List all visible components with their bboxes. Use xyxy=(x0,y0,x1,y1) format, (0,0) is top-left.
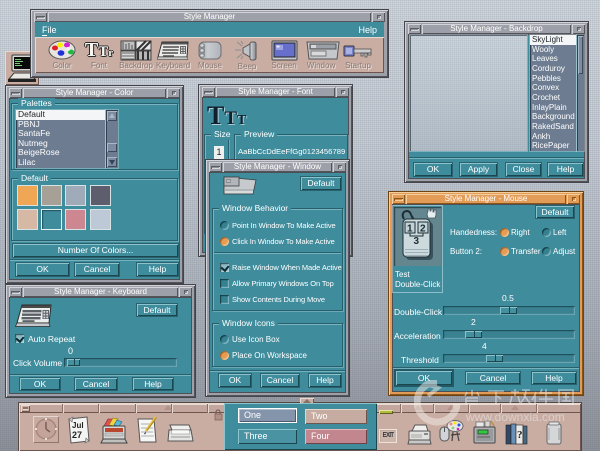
svg-text:27: 27 xyxy=(72,430,82,440)
svg-text:3: 3 xyxy=(414,236,420,247)
svg-text:2: 2 xyxy=(420,224,426,235)
svg-text:?: ? xyxy=(517,429,523,441)
svg-text:Jul: Jul xyxy=(72,421,84,430)
svg-text:1: 1 xyxy=(407,224,413,235)
